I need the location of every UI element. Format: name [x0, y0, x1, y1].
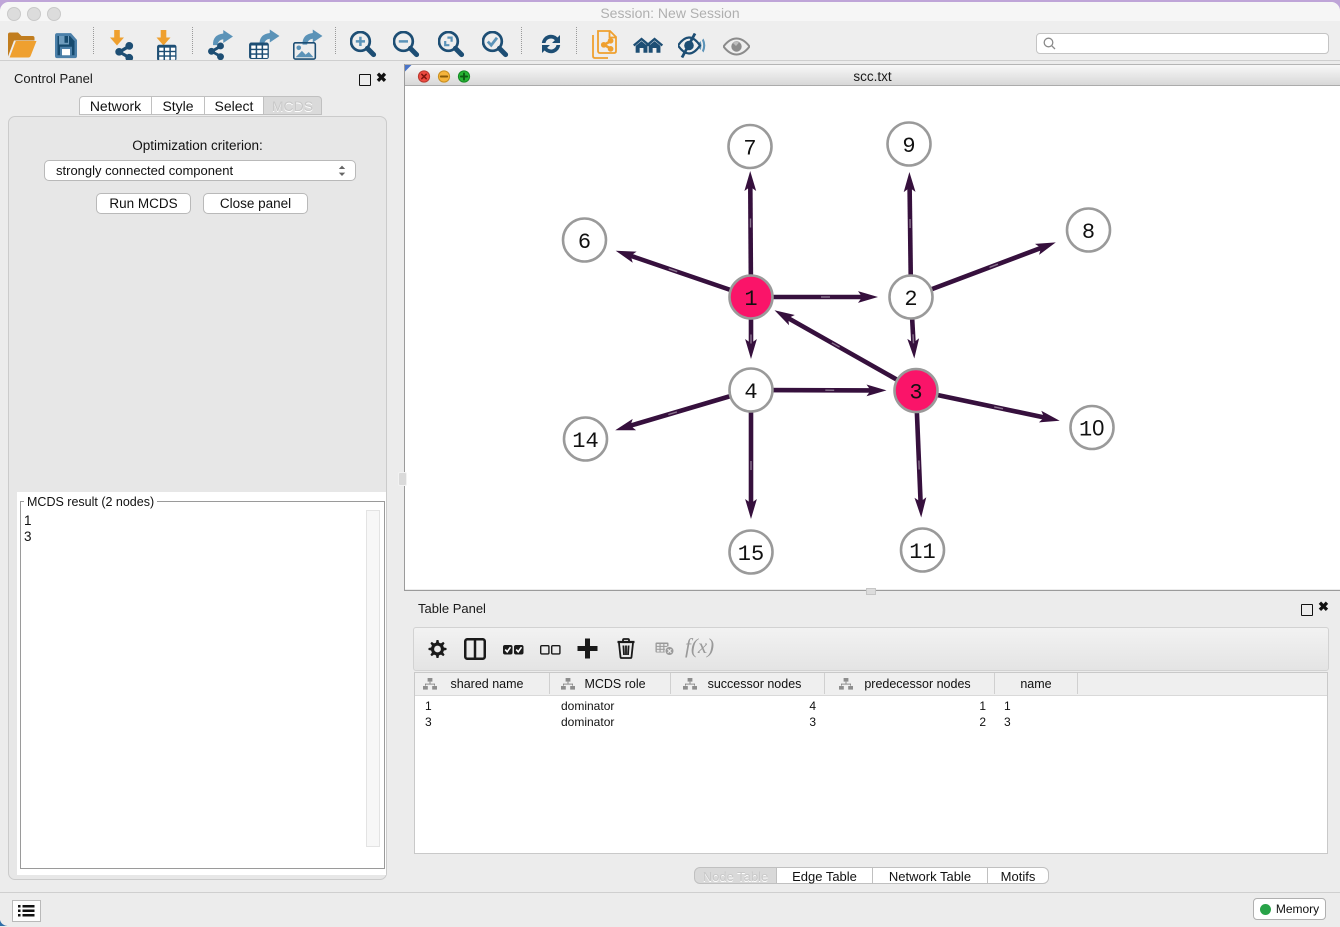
- svg-text:9: 9: [902, 134, 915, 159]
- svg-text:1: 1: [744, 287, 757, 312]
- svg-text:3: 3: [909, 381, 922, 406]
- svg-text:1: 1: [1079, 418, 1092, 443]
- svg-text:0: 0: [1092, 416, 1104, 441]
- svg-text:8: 8: [1082, 220, 1095, 245]
- svg-text:2: 2: [904, 287, 917, 312]
- svg-text:4: 4: [744, 380, 757, 405]
- svg-text:11: 11: [909, 540, 935, 565]
- svg-text:7: 7: [743, 137, 756, 162]
- svg-text:15: 15: [738, 542, 764, 567]
- svg-text:6: 6: [578, 230, 591, 255]
- svg-text:14: 14: [572, 429, 598, 454]
